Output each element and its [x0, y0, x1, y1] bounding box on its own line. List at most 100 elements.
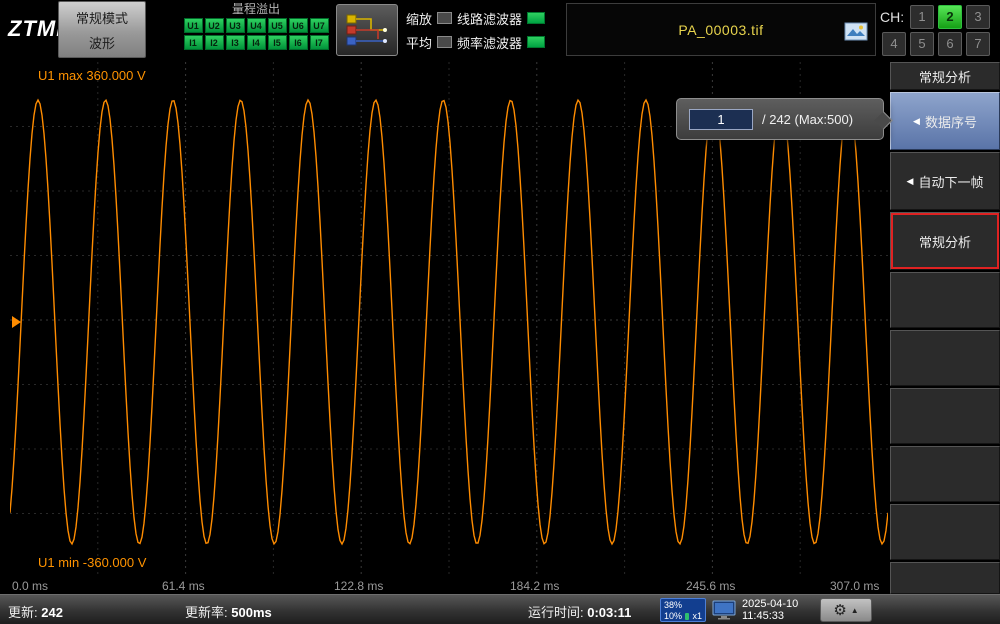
max-value-label: U1 max 360.000 V: [38, 68, 146, 83]
time-axis: 0.0 ms 61.4 ms 122.8 ms 184.2 ms 245.6 m…: [10, 578, 888, 594]
i5-indicator: I5: [268, 35, 287, 50]
runtime-value: 0:03:11: [587, 605, 631, 620]
avg-filter-row: 平均 频率滤波器: [406, 30, 545, 54]
tick-2: 122.8 ms: [334, 579, 383, 593]
avg-label: 平均: [406, 33, 432, 52]
runtime: 运行时间: 0:03:11: [528, 602, 631, 621]
left-arrow-icon: ◀: [913, 116, 920, 127]
i1-indicator: I1: [184, 35, 203, 50]
image-file-icon[interactable]: [844, 22, 868, 41]
power-analyzer-screen: ZTMI 常规模式 波形 量程溢出 U1 U2 U3 U4 U5 U6 U7 I…: [0, 0, 1000, 624]
channel-button-7[interactable]: 7: [966, 32, 990, 56]
runtime-label: 运行时间:: [528, 605, 584, 620]
channel-button-2[interactable]: 2: [938, 5, 962, 29]
mode-line1: 常规模式: [76, 8, 128, 27]
u-channel-indicators: U1 U2 U3 U4 U5 U6 U7: [182, 18, 330, 33]
tick-3: 184.2 ms: [510, 579, 559, 593]
wiring-diagram-button[interactable]: [336, 4, 398, 56]
u5-indicator: U5: [268, 18, 287, 33]
sidebar-empty-slot: [890, 562, 1000, 594]
frame-number-input[interactable]: [689, 109, 753, 130]
u1-indicator: U1: [184, 18, 203, 33]
filter-panel: 缩放 线路滤波器 平均 频率滤波器: [406, 6, 545, 54]
freq-filter-lamp: [527, 36, 545, 48]
sidebar-empty-slot: [890, 330, 1000, 386]
channel-button-1[interactable]: 1: [910, 5, 934, 29]
multiplier-badge: x1: [692, 611, 702, 622]
mode-line2: 波形: [89, 33, 115, 52]
gear-icon: ⚙: [833, 601, 846, 619]
settings-button[interactable]: ⚙ ▲: [820, 598, 872, 622]
file-display[interactable]: PA_00003.tif: [566, 3, 876, 56]
u3-indicator: U3: [226, 18, 245, 33]
sidebar-item-label: 常规分析: [919, 232, 971, 251]
update-value: 242: [41, 605, 63, 620]
datetime: 2025-04-10 11:45:33: [742, 598, 798, 622]
frame-number-range: / 242 (Max:500): [762, 112, 853, 127]
tick-4: 245.6 ms: [686, 579, 735, 593]
tick-0: 0.0 ms: [12, 579, 48, 593]
rate-label: 更新率:: [185, 605, 228, 620]
line-filter-lamp: [527, 12, 545, 24]
i3-indicator: I3: [226, 35, 245, 50]
channel-selector-label: CH:: [880, 9, 904, 25]
sidebar: 常规分析 ◀ 数据序号 ◀ 自动下一帧 常规分析: [890, 62, 1000, 594]
wiring-diagram-icon: [345, 11, 389, 49]
sidebar-item-label: 数据序号: [925, 112, 977, 131]
i4-indicator: I4: [247, 35, 266, 50]
channel-button-5[interactable]: 5: [910, 32, 934, 56]
tick-1: 61.4 ms: [162, 579, 205, 593]
frame-number-tooltip: / 242 (Max:500): [676, 98, 884, 140]
sidebar-empty-slot: [890, 272, 1000, 328]
sidebar-empty-slot: [890, 504, 1000, 560]
channel-selector: CH: 1 2 3 4 5 6 7: [880, 3, 996, 57]
i7-indicator: I7: [310, 35, 329, 50]
sidebar-item-data-index[interactable]: ◀ 数据序号: [890, 92, 1000, 150]
range-overflow-panel: 量程溢出 U1 U2 U3 U4 U5 U6 U7 I1 I2 I3 I4 I5…: [182, 2, 330, 58]
sidebar-title: 常规分析: [890, 62, 1000, 90]
update-label: 更新:: [8, 605, 38, 620]
update-count: 更新: 242: [8, 602, 63, 621]
line-filter-label: 线路滤波器: [457, 9, 522, 28]
time-text: 11:45:33: [742, 610, 798, 622]
status-bar: 更新: 242 更新率: 500ms 运行时间: 0:03:11 38% 10%…: [0, 594, 1000, 624]
tick-5: 307.0 ms: [830, 579, 879, 593]
sidebar-empty-slot: [890, 446, 1000, 502]
channel-button-4[interactable]: 4: [882, 32, 906, 56]
memory-percent: 10%: [664, 611, 682, 622]
date-text: 2025-04-10: [742, 598, 798, 610]
i-channel-indicators: I1 I2 I3 I4 I5 I6 I7: [182, 35, 330, 50]
channel-button-6[interactable]: 6: [938, 32, 962, 56]
left-arrow-icon: ◀: [907, 176, 914, 187]
u7-indicator: U7: [310, 18, 329, 33]
range-overflow-title: 量程溢出: [182, 2, 330, 16]
brand-logo: ZTMI: [8, 16, 63, 42]
sidebar-empty-slot: [890, 388, 1000, 444]
rate-value: 500ms: [231, 605, 271, 620]
freq-filter-label: 频率滤波器: [457, 33, 522, 52]
i6-indicator: I6: [289, 35, 308, 50]
display-icon: [712, 600, 736, 620]
min-value-label: U1 min -360.000 V: [38, 555, 146, 570]
storage-percent: 38%: [664, 600, 702, 611]
freq-filter-checkbox[interactable]: [437, 36, 452, 48]
usb-icon: [685, 613, 689, 620]
zoom-filter-row: 缩放 线路滤波器: [406, 6, 545, 30]
caret-up-icon: ▲: [851, 606, 859, 615]
update-rate: 更新率: 500ms: [185, 602, 272, 621]
mode-button[interactable]: 常规模式 波形: [58, 1, 146, 58]
zoom-label: 缩放: [406, 9, 432, 28]
top-bar: ZTMI 常规模式 波形 量程溢出 U1 U2 U3 U4 U5 U6 U7 I…: [0, 0, 1000, 60]
sidebar-item-auto-next-frame[interactable]: ◀ 自动下一帧: [890, 152, 1000, 210]
sidebar-item-label: 自动下一帧: [918, 172, 983, 191]
line-filter-checkbox[interactable]: [437, 12, 452, 24]
system-tray: 38% 10% x1 2025-04-10 11:45:33: [660, 597, 798, 623]
u2-indicator: U2: [205, 18, 224, 33]
u4-indicator: U4: [247, 18, 266, 33]
i2-indicator: I2: [205, 35, 224, 50]
u6-indicator: U6: [289, 18, 308, 33]
storage-indicator: 38% 10% x1: [660, 598, 706, 622]
channel-button-3[interactable]: 3: [966, 5, 990, 29]
file-name: PA_00003.tif: [678, 22, 763, 38]
sidebar-item-normal-analysis[interactable]: 常规分析: [890, 212, 1000, 270]
